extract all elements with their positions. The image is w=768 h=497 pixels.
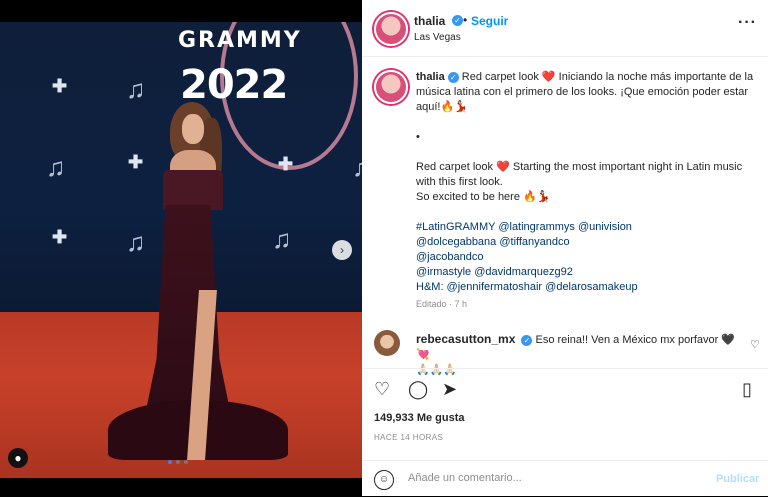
more-horizontal-icon[interactable]: ··· xyxy=(738,14,757,32)
gramophone-icon: ♫ xyxy=(126,74,146,104)
post-time: HACE 14 HORAS xyxy=(374,433,444,442)
publish-button[interactable]: Publicar xyxy=(716,473,759,485)
verified-badge-icon: ✓ xyxy=(447,71,459,83)
avatar[interactable] xyxy=(374,330,400,356)
caption-line xyxy=(416,145,756,160)
univision-logo-icon: ✚ xyxy=(52,76,68,96)
univision-logo-icon: ✚ xyxy=(52,227,68,247)
caption-line: #LatinGRAMMY @latingrammys @univision xyxy=(416,220,756,235)
caption-body: thalia ✓ Red carpet look ❤️ Iniciando la … xyxy=(416,70,756,312)
caption-text: #LatinGRAMMY @latingrammys @univision xyxy=(416,221,632,233)
comment-like-heart-icon[interactable]: ♡ xyxy=(750,338,760,351)
caption: thalia ✓ Red carpet look ❤️ Iniciando la … xyxy=(362,56,768,318)
caption-username[interactable]: thalia xyxy=(416,71,445,83)
comment-item: rebecasutton_mx ✓ Eso reina!! Ven a Méxi… xyxy=(362,326,768,376)
caption-line: @irmastyle @davidmarquezg92 xyxy=(416,265,756,280)
grammy-logo-year: 2022 xyxy=(180,62,288,108)
gramophone-icon: ♫ xyxy=(352,152,362,182)
caption-line: • xyxy=(416,130,756,145)
caption-text: @dolcegabbana @tiffanyandco xyxy=(416,236,570,248)
caption-line: thalia ✓ Red carpet look ❤️ Iniciando la … xyxy=(416,70,756,115)
location-link[interactable]: Las Vegas xyxy=(414,32,461,43)
carousel-dot xyxy=(184,460,188,464)
caption-line xyxy=(416,115,756,130)
separator: • xyxy=(463,13,468,27)
figure-face xyxy=(182,114,204,144)
caption-line: @jacobandco xyxy=(416,250,756,265)
follow-button[interactable]: Seguir xyxy=(471,14,508,28)
likes-count[interactable]: 149,933 Me gusta xyxy=(374,412,465,424)
bookmark-icon[interactable]: ▯ xyxy=(742,379,752,400)
action-bar: ♡ ◯ ➤ ▯ xyxy=(362,368,768,409)
carousel-dot xyxy=(176,460,180,464)
post-image[interactable]: GRAMMY 2022 ♫ ♫ ♫ ♫ ♫ ✚ ✚ ✚ ✚ xyxy=(0,22,362,478)
comment-username[interactable]: rebecasutton_mx xyxy=(416,332,515,346)
carousel-dots xyxy=(168,460,188,464)
caption-text: • xyxy=(416,131,420,143)
post-modal: GRAMMY 2022 ♫ ♫ ♫ ♫ ♫ ✚ ✚ ✚ ✚ › ● thalia xyxy=(0,0,768,496)
grammy-logo-word: GRAMMY xyxy=(178,28,302,53)
caption-text: So excited to be here 🔥💃🏻 xyxy=(416,191,551,203)
carousel-dot-active xyxy=(168,460,172,464)
verified-badge-icon: ✓ xyxy=(452,15,463,26)
add-comment-bar: ☺ Publicar xyxy=(362,460,768,497)
caption-text: Red carpet look ❤️ Iniciando la noche má… xyxy=(416,71,754,113)
caption-line: Red carpet look ❤️ Starting the most imp… xyxy=(416,160,756,190)
comment-icon[interactable]: ◯ xyxy=(408,379,428,400)
figure-dress xyxy=(108,150,288,470)
verified-badge-icon: ✓ xyxy=(521,334,533,346)
comment-input[interactable] xyxy=(406,471,690,485)
caption-line: @dolcegabbana @tiffanyandco xyxy=(416,235,756,250)
post-side-panel: thalia ✓ • Seguir Las Vegas ··· thalia ✓ … xyxy=(362,0,768,496)
avatar[interactable] xyxy=(374,12,408,46)
send-icon[interactable]: ➤ xyxy=(442,379,457,400)
caption-text: H&M: @jennifermatoshair @delarosamakeup xyxy=(416,281,638,293)
chevron-right-icon[interactable]: › xyxy=(332,240,352,260)
caption-line: H&M: @jennifermatoshair @delarosamakeup xyxy=(416,280,756,295)
caption-lines: thalia ✓ Red carpet look ❤️ Iniciando la … xyxy=(416,70,756,295)
smile-icon[interactable]: ☺ xyxy=(374,470,394,490)
author-username[interactable]: thalia xyxy=(414,14,445,28)
caption-text: @jacobandco xyxy=(416,251,484,263)
caption-text: @irmastyle @davidmarquezg92 xyxy=(416,266,573,278)
post-header: thalia ✓ • Seguir Las Vegas ··· xyxy=(362,0,768,57)
edited-timestamp: Editado · 7 h xyxy=(416,299,468,309)
caption-line xyxy=(416,205,756,220)
caption-text: Red carpet look ❤️ Starting the most imp… xyxy=(416,161,743,188)
user-icon[interactable]: ● xyxy=(8,448,28,468)
avatar[interactable] xyxy=(374,70,408,104)
caption-line: So excited to be here 🔥💃🏻 xyxy=(416,190,756,205)
gramophone-icon: ♫ xyxy=(46,152,66,182)
heart-icon[interactable]: ♡ xyxy=(374,379,390,400)
